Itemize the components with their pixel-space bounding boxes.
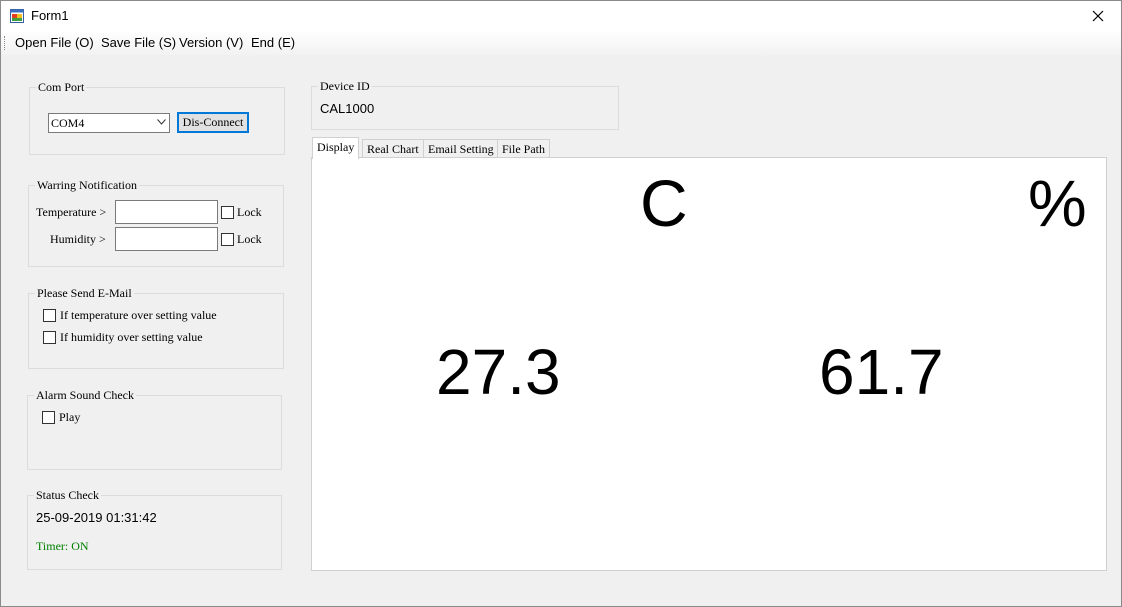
app-window-icon bbox=[10, 9, 24, 23]
com-port-select[interactable]: COM4 bbox=[48, 113, 170, 133]
disconnect-button[interactable]: Dis-Connect bbox=[177, 112, 249, 133]
chevron-down-icon bbox=[157, 119, 166, 125]
humidity-unit: % bbox=[1028, 166, 1087, 240]
temperature-threshold-input[interactable] bbox=[115, 200, 218, 224]
device-id-value: CAL1000 bbox=[320, 101, 375, 116]
humidity-threshold-label: Humidity > bbox=[50, 232, 106, 246]
humidity-threshold-input[interactable] bbox=[115, 227, 218, 251]
tab-email-setting[interactable]: Email Setting bbox=[423, 139, 499, 159]
humidity-lock-label: Lock bbox=[237, 232, 262, 246]
temperature-lock-label: Lock bbox=[237, 205, 262, 219]
title-bar[interactable]: Form1 bbox=[1, 1, 1121, 30]
send-email-label: Please Send E-Mail bbox=[35, 286, 134, 300]
email-humidity-checkbox[interactable] bbox=[43, 331, 56, 344]
menu-end[interactable]: End (E) bbox=[251, 35, 295, 50]
play-alarm-checkbox[interactable] bbox=[42, 411, 55, 424]
status-datetime: 25-09-2019 01:31:42 bbox=[36, 510, 157, 525]
email-humidity-label: If humidity over setting value bbox=[60, 330, 203, 344]
send-email-group: Please Send E-Mail If temperature over s… bbox=[28, 286, 284, 369]
tab-file-path[interactable]: File Path bbox=[497, 139, 551, 159]
window-title: Form1 bbox=[31, 8, 69, 23]
temperature-reading: 27.3 bbox=[436, 336, 561, 408]
menu-grip-handle[interactable] bbox=[4, 36, 7, 50]
alarm-sound-group: Alarm Sound Check Play bbox=[27, 388, 282, 470]
status-check-group: Status Check 25-09-2019 01:31:42 Timer: … bbox=[27, 488, 282, 570]
display-tab-panel: C % 27.3 61.7 bbox=[311, 157, 1107, 571]
email-temperature-label: If temperature over setting value bbox=[60, 308, 217, 322]
alarm-sound-label: Alarm Sound Check bbox=[34, 388, 136, 402]
play-alarm-label: Play bbox=[59, 410, 81, 424]
menu-bar: Open File (O) Save File (S) Version (V) … bbox=[1, 30, 1121, 55]
tab-display[interactable]: Display bbox=[312, 137, 360, 159]
temperature-unit: C bbox=[640, 166, 688, 240]
com-port-selected-value: COM4 bbox=[51, 116, 85, 130]
temperature-threshold-label: Temperature > bbox=[36, 205, 107, 219]
menu-open-file[interactable]: Open File (O) bbox=[15, 35, 94, 50]
close-icon bbox=[1092, 10, 1104, 21]
tab-real-chart[interactable]: Real Chart bbox=[362, 139, 424, 159]
warning-notification-label: Warring Notification bbox=[35, 178, 140, 192]
menu-version[interactable]: Version (V) bbox=[179, 35, 243, 50]
warning-notification-group: Warring Notification Temperature > Lock … bbox=[28, 178, 284, 267]
email-temperature-checkbox[interactable] bbox=[43, 309, 56, 322]
device-id-label: Device ID bbox=[318, 79, 372, 93]
com-port-label: Com Port bbox=[36, 80, 87, 94]
device-id-group: Device ID CAL1000 bbox=[311, 79, 619, 130]
status-check-label: Status Check bbox=[34, 488, 101, 502]
humidity-lock-checkbox[interactable] bbox=[221, 233, 234, 246]
humidity-reading: 61.7 bbox=[819, 336, 944, 408]
close-button[interactable] bbox=[1075, 1, 1121, 30]
com-port-group: Com Port COM4 Dis-Connect bbox=[29, 80, 285, 155]
temperature-lock-checkbox[interactable] bbox=[221, 206, 234, 219]
menu-save-file[interactable]: Save File (S) bbox=[101, 35, 176, 50]
timer-status: Timer: ON bbox=[36, 539, 89, 553]
